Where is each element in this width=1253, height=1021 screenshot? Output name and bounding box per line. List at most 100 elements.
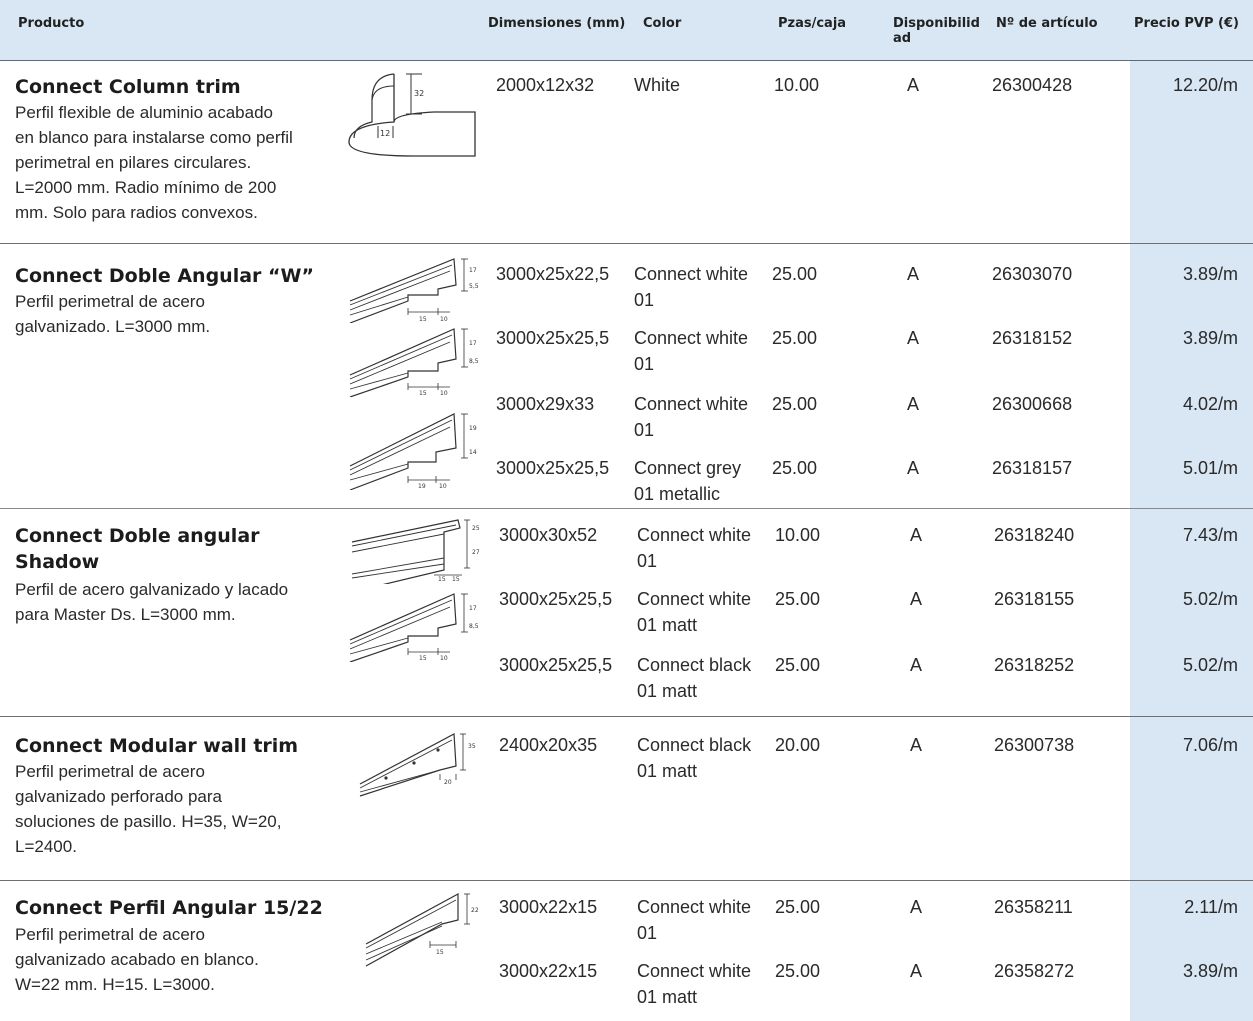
cell-availability: A [907, 394, 920, 414]
cell-price: 3.89/m [1182, 961, 1238, 981]
cell-article-number: 26318252 [994, 655, 1075, 675]
product-description: Perfil perimetral de acero galvanizado p… [15, 762, 282, 856]
dim-label: 15 [419, 390, 427, 397]
product-name: Connect Doble angular Shadow [15, 525, 260, 573]
cell-article-number: 26303070 [992, 264, 1073, 284]
cell-price: 5.02/m [1182, 589, 1238, 609]
dim-label: 19 [469, 425, 477, 432]
cell-pieces: 25.00 [775, 961, 821, 981]
dim-label: 35 [468, 743, 476, 750]
dim-label: 15 [452, 576, 460, 583]
table-header: Producto Dimensiones (mm) Color Pzas/caj… [0, 0, 1253, 61]
cell-color: Connect white 01 matt [637, 961, 752, 1007]
dim-label: 20 [444, 779, 452, 786]
row-separator [0, 716, 1253, 717]
cell-pieces: 20.00 [775, 735, 821, 755]
row-separator [0, 243, 1253, 244]
dim-label: 15 [436, 949, 444, 956]
cell-pieces: 25.00 [772, 458, 818, 478]
cell-dimensions: 3000x25x25,5 [496, 458, 610, 478]
cell-dimensions: 2000x12x32 [496, 75, 595, 95]
doble-angular-w-figure-1: 17 5,5 15 10 [346, 255, 481, 323]
cell-availability: A [907, 328, 920, 348]
cell-price: 2.11/m [1184, 897, 1238, 917]
header-precio: Precio PVP (€) [1134, 16, 1239, 31]
cell-availability: A [907, 458, 920, 478]
cell-pieces: 25.00 [775, 589, 821, 609]
row-separator [0, 508, 1253, 509]
dim-label: 10 [440, 390, 448, 397]
product-name: Connect Doble Angular “W” [15, 265, 314, 287]
cell-availability: A [910, 655, 923, 675]
cell-pieces: 25.00 [775, 655, 821, 675]
cell-price: 4.02/m [1182, 394, 1238, 414]
product-name: Connect Column trim [15, 76, 241, 98]
header-dimensiones: Dimensiones (mm) [488, 16, 626, 31]
dim-label: 14 [469, 449, 477, 456]
dim-label: 8,5 [469, 358, 479, 365]
cell-color: Connect black 01 matt [637, 735, 752, 781]
cell-dimensions: 3000x22x15 [499, 961, 598, 981]
cell-pieces: 25.00 [775, 897, 821, 917]
cell-pieces: 10.00 [774, 75, 820, 95]
cell-article-number: 26358211 [994, 897, 1073, 917]
dim-label: 10 [440, 655, 448, 662]
dim-label: 15 [419, 316, 427, 323]
product-name: Connect Modular wall trim [15, 735, 299, 757]
dim-label: 15 [438, 576, 446, 583]
dim-label: 17 [469, 267, 477, 274]
product-name: Connect Perfil Angular 15/22 [15, 897, 323, 919]
cell-color: Connect white 01 [637, 897, 752, 943]
doble-angular-shadow-figure-2: 17 8,5 15 10 [346, 590, 481, 662]
cell-pieces: 25.00 [772, 264, 818, 284]
cell-availability: A [910, 589, 923, 609]
cell-price: 12.20/m [1172, 75, 1238, 95]
perfil-angular-figure: 22 15 [360, 890, 480, 968]
header-disponibilidad: Disponibilid ad [893, 16, 980, 46]
modular-wall-trim-figure: 35 20 [356, 730, 486, 800]
product-description: Perfil perimetral de acero galvanizado a… [15, 925, 259, 994]
dim-label: 8,5 [469, 623, 479, 630]
cell-color: Connect grey 01 metallic [634, 458, 742, 504]
cell-dimensions: 3000x25x25,5 [499, 655, 613, 675]
cell-price: 5.02/m [1182, 655, 1238, 675]
cell-article-number: 26300428 [992, 75, 1073, 95]
cell-price: 5.01/m [1182, 458, 1238, 478]
cell-availability: A [910, 525, 923, 545]
dim-label: 10 [440, 316, 448, 323]
cell-color: Connect white 01 [634, 394, 749, 440]
cell-price: 3.89/m [1182, 264, 1238, 284]
cell-dimensions: 3000x25x25,5 [496, 328, 610, 348]
dim-label: 25 [472, 525, 480, 532]
column-trim-figure: 32 12 [344, 70, 479, 162]
cell-color: White [634, 75, 681, 95]
dim-label: 10 [439, 483, 447, 490]
product-description: Perfil flexible de aluminio acabado en b… [15, 103, 293, 222]
cell-article-number: 26318157 [992, 458, 1073, 478]
cell-price: 7.43/m [1182, 525, 1238, 545]
cell-availability: A [910, 897, 923, 917]
cell-color: Connect white 01 [637, 525, 752, 571]
dim-label: 17 [469, 605, 477, 612]
dim-label: 32 [414, 89, 424, 98]
dim-label: 17 [469, 340, 477, 347]
row-separator [0, 880, 1253, 881]
product-description: Perfil de acero galvanizado y lacado par… [15, 580, 289, 624]
cell-availability: A [907, 75, 920, 95]
cell-color: Connect white 01 [634, 264, 749, 310]
cell-color: Connect white 01 [634, 328, 749, 374]
dim-label: 19 [418, 483, 426, 490]
cell-availability: A [907, 264, 920, 284]
cell-pieces: 25.00 [772, 394, 818, 414]
dim-label: 22 [471, 907, 479, 914]
header-color: Color [643, 16, 682, 31]
dim-label: 12 [380, 129, 390, 138]
cell-dimensions: 3000x29x33 [496, 394, 595, 414]
cell-dimensions: 3000x25x22,5 [496, 264, 610, 284]
cell-color: Connect black 01 matt [637, 655, 752, 701]
doble-angular-shadow-figure-1: 25 27 15 15 [346, 516, 481, 584]
cell-dimensions: 3000x25x25,5 [499, 589, 613, 609]
cell-article-number: 26318152 [992, 328, 1073, 348]
cell-article-number: 26300668 [992, 394, 1073, 414]
dim-label: 5,5 [469, 283, 479, 290]
